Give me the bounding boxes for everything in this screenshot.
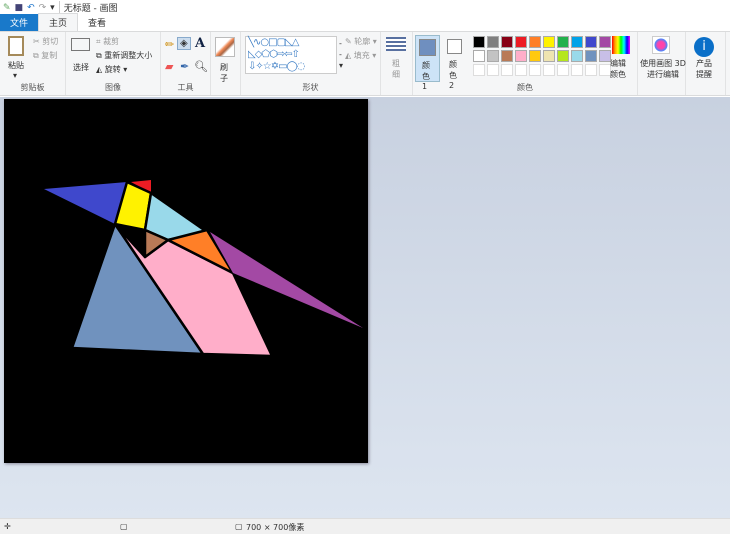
color-swatch[interactable]: [515, 36, 527, 48]
product-alert-button[interactable]: i 产品提醒: [686, 32, 726, 95]
redo-icon[interactable]: ↷: [39, 3, 47, 13]
custom-color-slot[interactable]: [529, 64, 541, 76]
drawing: [44, 180, 363, 358]
crop-button[interactable]: ⌗ 裁剪: [96, 36, 119, 47]
clipboard-group: 粘贴 ▾ ✂ 剪切 ⧉ 复制 剪贴板: [0, 32, 66, 95]
status-bar: ✛ ▢ ▢ 700 × 700像素: [0, 518, 730, 534]
brush-group[interactable]: 刷子: [211, 32, 241, 95]
color-swatch[interactable]: [571, 36, 583, 48]
color-swatch[interactable]: [487, 50, 499, 62]
paint-app-icon: ✎: [3, 2, 11, 13]
color-swatch[interactable]: [473, 36, 485, 48]
fill-icon[interactable]: ◈: [177, 37, 191, 50]
paint3d-icon: [652, 36, 670, 54]
tab-view[interactable]: 查看: [78, 14, 116, 31]
tab-file[interactable]: 文件: [0, 14, 39, 31]
color-swatch[interactable]: [543, 50, 555, 62]
custom-color-slot[interactable]: [473, 64, 485, 76]
magnifier-icon[interactable]: 🔍︎: [194, 60, 208, 73]
rotate-button[interactable]: ◭ 旋转 ▾: [96, 64, 127, 75]
color-swatch[interactable]: [557, 50, 569, 62]
blue-triangle: [44, 182, 127, 224]
color2-swatch: [447, 39, 462, 54]
custom-color-slot[interactable]: [571, 64, 583, 76]
custom-color-slot[interactable]: [515, 64, 527, 76]
colors-group: 颜色 1 颜色 2 编辑颜色 颜色: [413, 32, 638, 95]
color-swatch[interactable]: [529, 36, 541, 48]
canvas-size-icon: ▢: [235, 522, 243, 531]
color-swatch[interactable]: [585, 36, 597, 48]
canvas-size: 700 × 700像素: [246, 523, 305, 532]
select-button[interactable]: 选择: [71, 38, 91, 82]
shapes-scroll[interactable]: - - ▾: [339, 38, 343, 71]
tab-home[interactable]: 主页: [38, 13, 79, 31]
cut-button[interactable]: ✂ 剪切: [33, 36, 58, 47]
pencil-icon[interactable]: ✏: [165, 38, 174, 51]
color-picker-icon[interactable]: ✒: [180, 60, 189, 73]
color-swatch[interactable]: [571, 50, 583, 62]
color-swatch[interactable]: [473, 50, 485, 62]
title-bar: ✎ ■ ↶ ↷ ▾ 无标题 - 画图: [0, 0, 730, 15]
text-icon[interactable]: A: [195, 36, 205, 51]
color-swatch[interactable]: [529, 50, 541, 62]
shapes-group: ╲∿○□▢◺△ ◺◇⬠⬡⇨⇦⇧ ⇩✧☆✡▭◯◌ - - ▾ ✎ 轮廓 ▾ ◭ 填充 ▾ …: [241, 32, 381, 95]
resize-button[interactable]: ⧉ 重新调整大小: [96, 50, 152, 61]
custom-color-slot[interactable]: [487, 64, 499, 76]
chevron-down-icon: ▾: [13, 71, 18, 80]
info-icon: i: [694, 37, 714, 57]
clipboard-icon: [8, 36, 24, 56]
ribbon: 粘贴 ▾ ✂ 剪切 ⧉ 复制 剪贴板 选择 ⌗ 裁剪 ⧉ 重新调整大小 ◭ 旋转…: [0, 31, 730, 96]
paint3d-button[interactable]: 使用画图 3D 进行编辑: [638, 32, 686, 95]
color-swatch[interactable]: [543, 36, 555, 48]
tools-group: ✏ ◈ A ▰ ✒ 🔍︎ 工具: [161, 32, 211, 95]
outline-button[interactable]: ✎ 轮廓 ▾: [345, 36, 377, 47]
color1-button[interactable]: 颜色 1: [415, 35, 440, 91]
custom-color-slot[interactable]: [543, 64, 555, 76]
undo-icon[interactable]: ↶: [27, 3, 35, 13]
save-icon[interactable]: ■: [15, 3, 24, 13]
line-size-icon: [386, 37, 406, 51]
color-swatch[interactable]: [557, 36, 569, 48]
customize-quick-access-icon[interactable]: ▾: [50, 3, 55, 13]
color-swatch[interactable]: [515, 50, 527, 62]
eraser-icon[interactable]: ▰: [165, 60, 173, 73]
selection-size-icon: ▢: [120, 522, 128, 531]
size-button[interactable]: 粗细: [381, 32, 413, 95]
fill-button[interactable]: ◭ 填充 ▾: [345, 50, 376, 61]
color-swatch[interactable]: [585, 50, 597, 62]
custom-color-slot[interactable]: [501, 64, 513, 76]
shapes-gallery[interactable]: ╲∿○□▢◺△ ◺◇⬠⬡⇨⇦⇧ ⇩✧☆✡▭◯◌: [245, 36, 337, 74]
drawing-canvas[interactable]: [4, 99, 368, 463]
custom-color-slot[interactable]: [585, 64, 597, 76]
rainbow-icon: [612, 36, 630, 54]
brush-icon: [215, 37, 235, 57]
color-swatch[interactable]: [487, 36, 499, 48]
select-rect-icon: [71, 38, 90, 51]
color-swatch[interactable]: [501, 36, 513, 48]
custom-color-slot[interactable]: [557, 64, 569, 76]
cursor-position-icon: ✛: [4, 522, 11, 531]
paste-button[interactable]: 粘贴 ▾: [6, 36, 26, 80]
edit-colors-button[interactable]: 编辑颜色: [609, 36, 633, 82]
copy-button[interactable]: ⧉ 复制: [33, 50, 57, 61]
image-group: 选择 ⌗ 裁剪 ⧉ 重新调整大小 ◭ 旋转 ▾ 图像: [66, 32, 161, 95]
color-swatch[interactable]: [501, 50, 513, 62]
color2-button[interactable]: 颜色 2: [443, 35, 468, 90]
color1-swatch: [419, 39, 436, 56]
